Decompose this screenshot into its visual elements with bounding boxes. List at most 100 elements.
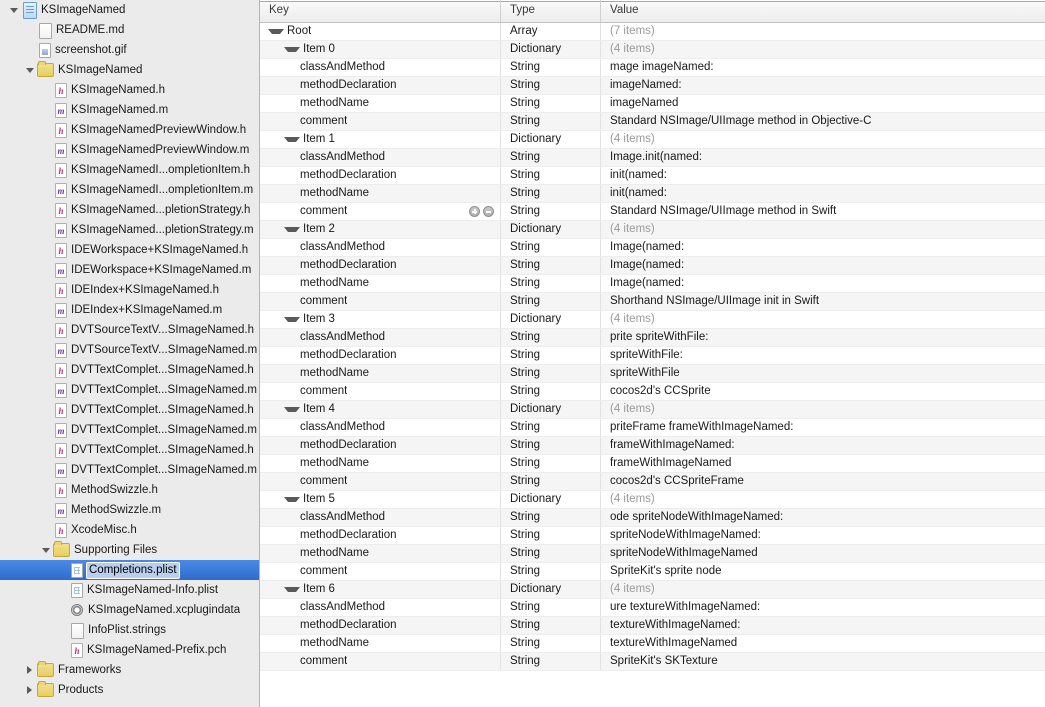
plist-key-cell[interactable]: classAndMethod [260,239,501,256]
plist-type-cell[interactable]: String [501,59,601,76]
plist-type-cell[interactable]: String [501,383,601,400]
navigator-item[interactable]: h IDEWorkspace+KSImageNamed.h [0,240,259,260]
plist-key-cell[interactable]: methodName [260,275,501,292]
navigator-item[interactable]: h XcodeMisc.h [0,520,259,540]
plist-value-cell[interactable]: Image.init(named: [601,149,1045,166]
column-header-type[interactable]: Type [501,0,601,22]
plist-type-cell[interactable]: String [501,527,601,544]
plist-row[interactable]: comment String cocos2d's CCSpriteFrame [260,473,1045,491]
plist-row[interactable]: methodDeclaration String textureWithImage… [260,617,1045,635]
plist-value-cell[interactable]: (4 items) [601,131,1045,148]
disclosure-triangle-open[interactable] [40,540,53,560]
plist-key-cell[interactable]: comment [260,293,501,310]
plist-value-cell[interactable]: frameWithImageNamed [601,455,1045,472]
plist-type-cell[interactable]: String [501,599,601,616]
plist-row[interactable]: Item 2 Dictionary (4 items) [260,221,1045,239]
navigator-item[interactable]: h KSImageNamed...pletionStrategy.h [0,200,259,220]
plist-type-cell[interactable]: String [501,473,601,490]
plist-type-cell[interactable]: String [501,185,601,202]
plist-value-cell[interactable]: mage imageNamed: [601,59,1045,76]
plist-row[interactable]: methodDeclaration String spriteNodeWithIm… [260,527,1045,545]
plist-value-cell[interactable]: Image(named: [601,257,1045,274]
plist-key-cell[interactable]: classAndMethod [260,329,501,346]
navigator-item[interactable]: h DVTTextComplet...SImageNamed.h [0,360,259,380]
navigator-item[interactable]: Frameworks [0,660,259,680]
plist-type-cell[interactable]: String [501,329,601,346]
plist-row[interactable]: methodDeclaration String init(named: [260,167,1045,185]
plist-value-cell[interactable]: (4 items) [601,221,1045,238]
plist-row[interactable]: classAndMethod String prite spriteWithFile… [260,329,1045,347]
navigator-item[interactable]: KSImageNamed [0,0,259,20]
plist-row[interactable]: Root Array (7 items) [260,23,1045,41]
disclosure-triangle-open[interactable] [284,407,300,412]
navigator-item[interactable]: m KSImageNamedI...ompletionItem.m [0,180,259,200]
plist-type-cell[interactable]: String [501,635,601,652]
plist-type-cell[interactable]: Dictionary [501,131,601,148]
plist-value-cell[interactable]: init(named: [601,185,1045,202]
plist-value-cell[interactable]: priteFrame frameWithImageNamed: [601,419,1045,436]
plist-type-cell[interactable]: String [501,167,601,184]
navigator-item[interactable]: h MethodSwizzle.h [0,480,259,500]
plist-row[interactable]: methodDeclaration String imageNamed: [260,77,1045,95]
plist-value-cell[interactable]: cocos2d's CCSpriteFrame [601,473,1045,490]
plist-value-cell[interactable]: (4 items) [601,311,1045,328]
plist-value-cell[interactable]: spriteNodeWithImageNamed: [601,527,1045,544]
plist-row[interactable]: comment String SpriteKit's sprite node [260,563,1045,581]
navigator-item[interactable]: m KSImageNamed...pletionStrategy.m [0,220,259,240]
plist-type-cell[interactable]: String [501,653,601,670]
navigator-item[interactable]: h KSImageNamed-Prefix.pch [0,640,259,660]
plist-row[interactable]: comment String Standard NSImage/UIImage me… [260,203,1045,221]
navigator-item[interactable]: m DVTTextComplet...SImageNamed.m [0,380,259,400]
plist-row[interactable]: comment String cocos2d's CCSprite [260,383,1045,401]
plist-type-cell[interactable]: String [501,95,601,112]
plist-value-cell[interactable]: init(named: [601,167,1045,184]
plist-type-cell[interactable]: String [501,365,601,382]
plist-row[interactable]: methodName String init(named: [260,185,1045,203]
plist-value-cell[interactable]: prite spriteWithFile: [601,329,1045,346]
plist-row[interactable]: methodName String Image(named: [260,275,1045,293]
navigator-item[interactable]: KSImageNamed-Info.plist [0,580,259,600]
plist-key-cell[interactable]: comment [260,113,501,130]
disclosure-triangle-open[interactable] [8,0,21,20]
plist-key-cell[interactable]: classAndMethod [260,59,501,76]
plist-value-cell[interactable]: spriteNodeWithImageNamed [601,545,1045,562]
plist-row[interactable]: methodName String imageNamed [260,95,1045,113]
plist-key-cell[interactable]: methodDeclaration [260,617,501,634]
disclosure-triangle-open[interactable] [24,60,37,80]
navigator-item[interactable]: Products [0,680,259,700]
navigator-item[interactable]: m DVTTextComplet...SImageNamed.m [0,460,259,480]
plist-type-cell[interactable]: String [501,437,601,454]
plist-type-cell[interactable]: Dictionary [501,221,601,238]
disclosure-triangle-closed[interactable] [24,660,37,680]
plist-key-cell[interactable]: Root [260,23,501,40]
plist-key-cell[interactable]: methodDeclaration [260,77,501,94]
plist-key-cell[interactable]: Item 4 [260,401,501,418]
plist-value-cell[interactable]: Standard NSImage/UIImage method in Objec… [601,113,1045,130]
plist-row[interactable]: Item 0 Dictionary (4 items) [260,41,1045,59]
navigator-item[interactable]: h KSImageNamedI...ompletionItem.h [0,160,259,180]
plist-key-cell[interactable]: classAndMethod [260,149,501,166]
plist-type-cell[interactable]: String [501,455,601,472]
plist-row[interactable]: methodDeclaration String spriteWithFile: [260,347,1045,365]
navigator-item[interactable]: h IDEIndex+KSImageNamed.h [0,280,259,300]
plist-key-cell[interactable]: comment [260,203,501,220]
plist-type-cell[interactable]: Dictionary [501,581,601,598]
plist-row[interactable]: classAndMethod String mage imageNamed: [260,59,1045,77]
plist-key-cell[interactable]: methodDeclaration [260,347,501,364]
plist-row[interactable]: comment String Standard NSImage/UIImage me… [260,113,1045,131]
plist-value-cell[interactable]: imageNamed [601,95,1045,112]
plist-key-cell[interactable]: Item 0 [260,41,501,58]
plist-key-cell[interactable]: Item 1 [260,131,501,148]
navigator-item[interactable]: m IDEIndex+KSImageNamed.m [0,300,259,320]
navigator-item[interactable]: h KSImageNamed.h [0,80,259,100]
plist-key-cell[interactable]: methodName [260,455,501,472]
plist-row[interactable]: methodName String spriteNodeWithImageNamed [260,545,1045,563]
plist-key-cell[interactable]: classAndMethod [260,599,501,616]
plist-value-cell[interactable]: spriteWithFile: [601,347,1045,364]
plist-key-cell[interactable]: Item 6 [260,581,501,598]
disclosure-triangle-open[interactable] [284,47,300,52]
plist-row[interactable]: comment String Shorthand NSImage/UIImage i… [260,293,1045,311]
navigator-item[interactable]: m DVTSourceTextV...SImageNamed.m [0,340,259,360]
plist-type-cell[interactable]: String [501,257,601,274]
plist-type-cell[interactable]: String [501,545,601,562]
